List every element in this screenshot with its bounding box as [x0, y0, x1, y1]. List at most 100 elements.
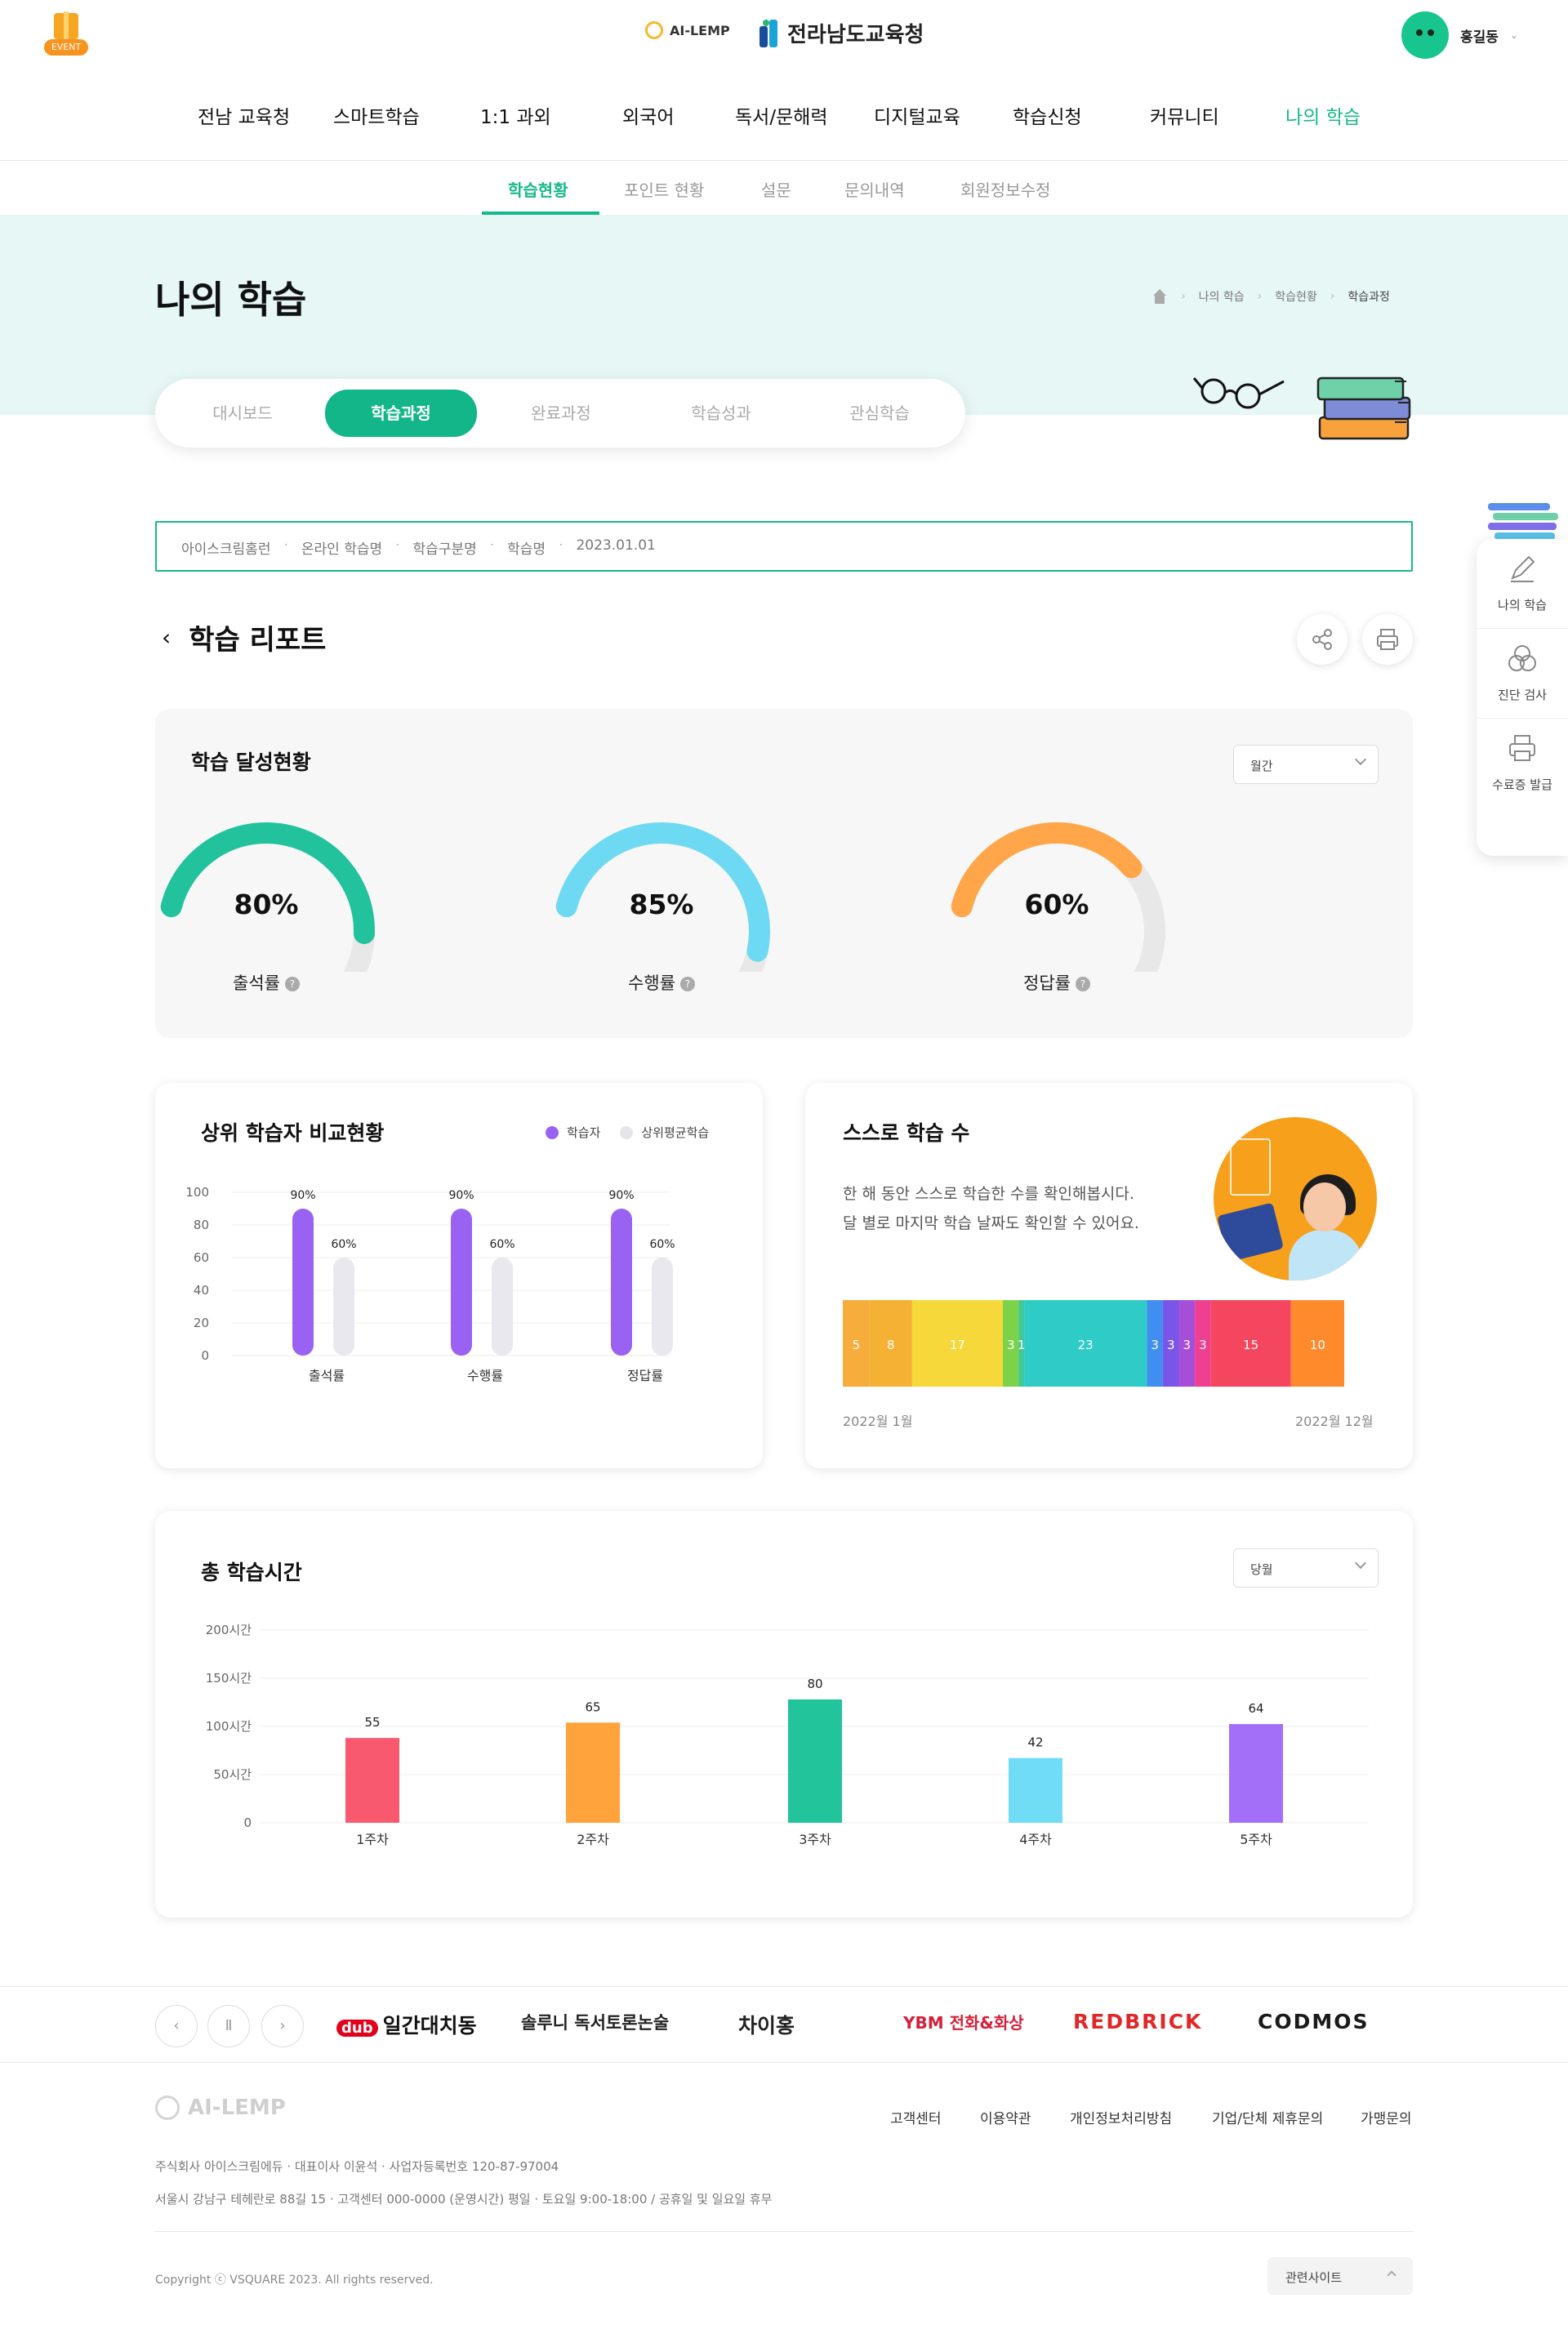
- partner-logo[interactable]: YBM 전화&화상: [903, 2010, 1024, 2033]
- footer-link[interactable]: 고객센터: [890, 2107, 942, 2127]
- prev-button[interactable]: ‹: [155, 2005, 198, 2047]
- help-icon[interactable]: ?: [679, 977, 695, 991]
- total-time-title: 총 학습시간: [201, 1561, 302, 1584]
- quick-diagnosis[interactable]: 진단 검사: [1477, 629, 1568, 719]
- bar: [1009, 1757, 1062, 1823]
- nav-item[interactable]: 디지털교육: [874, 101, 960, 129]
- partner-logo[interactable]: dub 일간대치동: [336, 2010, 477, 2039]
- print-button[interactable]: [1362, 614, 1413, 665]
- company-address: 서울시 강남구 테헤란로 88길 15 · 고객센터 000-0000 (운영시…: [155, 2192, 773, 2207]
- period-select-value: 월간: [1250, 759, 1273, 773]
- help-icon[interactable]: ?: [1075, 977, 1090, 991]
- bar-data-label: 90%: [608, 1189, 634, 1202]
- content-tab[interactable]: 학습과정: [325, 390, 477, 437]
- diagnosis-icon: [1508, 645, 1536, 671]
- y-tick-label: 80: [194, 1218, 209, 1232]
- x-tick-label: 정답률: [627, 1368, 663, 1383]
- sub-nav: 학습현황 포인트 현황 설문 문의내역 회원정보수정: [0, 161, 1568, 215]
- bar-data-label: 60%: [489, 1238, 514, 1251]
- sub-nav-item[interactable]: 회원정보수정: [960, 177, 1050, 201]
- sub-nav-item[interactable]: 설문: [761, 177, 791, 201]
- partner-logo[interactable]: 차이홍: [738, 2010, 795, 2039]
- help-icon[interactable]: ?: [284, 977, 300, 991]
- segment-label: 8: [887, 1338, 895, 1352]
- chevron-up-icon: [1387, 2270, 1396, 2280]
- footer-link[interactable]: 이용약관: [980, 2107, 1031, 2127]
- segment-label: 3: [1183, 1338, 1192, 1352]
- ai-lemp-logo[interactable]: AI-LEMP: [645, 21, 730, 39]
- nav-item[interactable]: 학습신청: [1013, 101, 1082, 129]
- user-menu[interactable]: 홍길동 ⌄: [1401, 11, 1518, 59]
- gauge: 85% 수행률?: [539, 808, 784, 996]
- quick-my-learning[interactable]: 나의 학습: [1477, 539, 1568, 629]
- related-sites-select[interactable]: 관련사이트: [1267, 2257, 1413, 2295]
- nav-item[interactable]: 스마트학습: [333, 101, 420, 129]
- filter-path: 아이스크림홈런 · 온라인 학습명 · 학습구분명 · 학습명 · 2023.01.01: [181, 537, 656, 558]
- self-study-end-label: 2022월 12월: [1295, 1414, 1374, 1429]
- sub-nav-item[interactable]: 학습현황: [508, 177, 568, 201]
- total-time-chart: 200시간 150시간 100시간 50시간 0 55 1주차 65 2주차 80 3주차 42 4주차…: [206, 1623, 1369, 1847]
- y-tick-label: 200시간: [206, 1623, 252, 1637]
- nav-item[interactable]: 전남 교육청: [198, 101, 290, 129]
- partner-logo[interactable]: 솔루니 독서토론논술: [521, 2010, 669, 2034]
- page: EVENT AI-LEMP 전라남도교육청 홍길동 ⌄ 전남 교육청 스마트학습 1…: [0, 0, 1568, 2325]
- breadcrumb-current: 학습과정: [1348, 291, 1390, 304]
- books-icon: [1316, 376, 1411, 440]
- content-tab[interactable]: 관심학습: [804, 397, 956, 443]
- glasses-icon: [1192, 377, 1285, 409]
- related-sites-label: 관련사이트: [1285, 2270, 1343, 2285]
- filter-item: 온라인 학습명: [301, 541, 383, 558]
- breadcrumb-item[interactable]: 학습현황: [1275, 288, 1317, 305]
- nav-item[interactable]: 1:1 과외: [480, 101, 551, 129]
- partner-logo[interactable]: CODMOS: [1258, 2010, 1370, 2033]
- period-select[interactable]: 당월: [1233, 1548, 1379, 1588]
- page-title: 나의 학습: [155, 278, 307, 322]
- office-emblem-icon: [760, 19, 781, 47]
- content-tabs: 대시보드 학습과정 완료과정 학습성과 관심학습: [155, 379, 965, 448]
- next-button[interactable]: ›: [261, 2005, 304, 2047]
- gauge: 80% 출석률?: [144, 808, 389, 996]
- y-tick-label: 150시간: [206, 1671, 252, 1686]
- back-chevron-icon[interactable]: ‹: [162, 624, 171, 651]
- compare-legend: 학습자 상위평균학습: [546, 1124, 709, 1141]
- nav-item[interactable]: 독서/문해력: [735, 101, 828, 129]
- course-filter-bar[interactable]: 아이스크림홈런 · 온라인 학습명 · 학습구분명 · 학습명 · 2023.01.01: [155, 521, 1413, 572]
- content-tab[interactable]: 대시보드: [167, 397, 318, 443]
- quick-label: 진단 검사: [1498, 688, 1547, 702]
- sub-nav-item[interactable]: 포인트 현황: [624, 177, 704, 201]
- segment-label: 3: [1007, 1338, 1015, 1352]
- period-select[interactable]: 월간: [1233, 745, 1379, 784]
- self-study-desc-line: 한 해 동안 스스로 학습한 수를 확인해봅시다.: [843, 1185, 1134, 1203]
- x-tick-label: 수행률: [467, 1368, 503, 1383]
- y-tick-label: 0: [201, 1348, 209, 1363]
- bar: [333, 1258, 354, 1356]
- nav-item[interactable]: 나의 학습: [1285, 101, 1361, 129]
- x-tick-label: 2주차: [577, 1832, 609, 1847]
- user-name: 홍길동: [1460, 29, 1499, 46]
- content-tab[interactable]: 학습성과: [645, 397, 797, 443]
- period-select-value: 당월: [1250, 1562, 1273, 1577]
- content-tab[interactable]: 완료과정: [485, 397, 637, 443]
- nav-item[interactable]: 외국어: [622, 101, 674, 129]
- bar-data-label: 42: [1027, 1735, 1043, 1750]
- footer-link[interactable]: 기업/단체 제휴문의: [1212, 2107, 1323, 2127]
- study-illustration: [1214, 1117, 1377, 1281]
- printer-icon: [1509, 735, 1535, 761]
- breadcrumb-item[interactable]: 나의 학습: [1199, 288, 1245, 305]
- footer-link[interactable]: 가맹문의: [1361, 2107, 1412, 2127]
- legend-label: 학습자: [567, 1125, 601, 1140]
- quick-certificate[interactable]: 수료증 발급: [1477, 719, 1568, 808]
- office-logo[interactable]: 전라남도교육청: [760, 18, 924, 48]
- partner-logo[interactable]: REDBRICK: [1073, 2010, 1202, 2033]
- footer-link[interactable]: 개인정보처리방침: [1070, 2107, 1172, 2127]
- chevron-down-icon: [1354, 753, 1367, 766]
- office-logo-text: 전라남도교육청: [787, 23, 924, 47]
- home-icon[interactable]: [1152, 289, 1168, 304]
- sub-nav-item[interactable]: 문의내역: [844, 177, 905, 201]
- pause-button[interactable]: Ⅱ: [207, 2005, 250, 2047]
- share-button[interactable]: [1297, 614, 1348, 665]
- total-time-card: 총 학습시간 당월 200시간 150시간 100시간 50시간 0 55 1주차 65 2주차…: [155, 1511, 1413, 1917]
- event-badge[interactable]: EVENT: [42, 11, 90, 57]
- bar: [566, 1722, 620, 1823]
- nav-item[interactable]: 커뮤니티: [1150, 101, 1219, 129]
